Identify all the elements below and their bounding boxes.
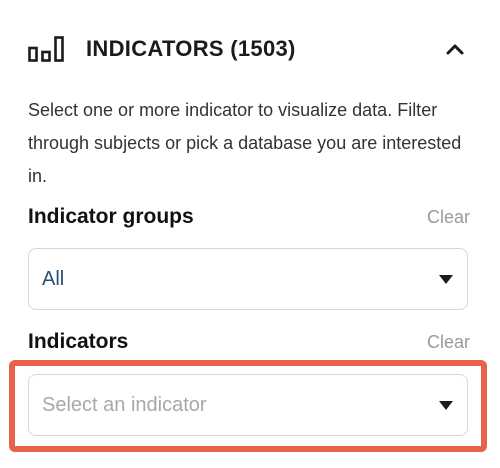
panel-description: Select one or more indicator to visualiz…: [28, 100, 462, 186]
indicators-header[interactable]: INDICATORS (1503): [28, 30, 470, 68]
chevron-up-icon[interactable]: [440, 34, 470, 64]
indicators-select[interactable]: Select an indicator: [28, 374, 468, 436]
indicator-groups-select[interactable]: All: [28, 248, 468, 310]
caret-down-icon: [439, 400, 453, 410]
indicator-groups-clear-button[interactable]: Clear: [427, 207, 470, 228]
caret-down-icon: [439, 274, 453, 284]
indicators-title: INDICATORS (1503): [86, 36, 296, 61]
indicator-groups-label: Indicator groups: [28, 205, 194, 228]
indicator-groups-selected-value: All: [42, 267, 65, 290]
indicators-clear-button[interactable]: Clear: [427, 332, 470, 353]
bar-chart-icon: [28, 36, 64, 62]
indicator-groups-label-row: Indicator groups Clear: [28, 205, 470, 229]
indicators-label-row: Indicators Clear: [28, 330, 470, 354]
indicators-panel: INDICATORS (1503) Select one or more ind…: [0, 0, 500, 468]
indicators-label: Indicators: [28, 330, 129, 353]
indicators-placeholder: Select an indicator: [42, 393, 207, 416]
